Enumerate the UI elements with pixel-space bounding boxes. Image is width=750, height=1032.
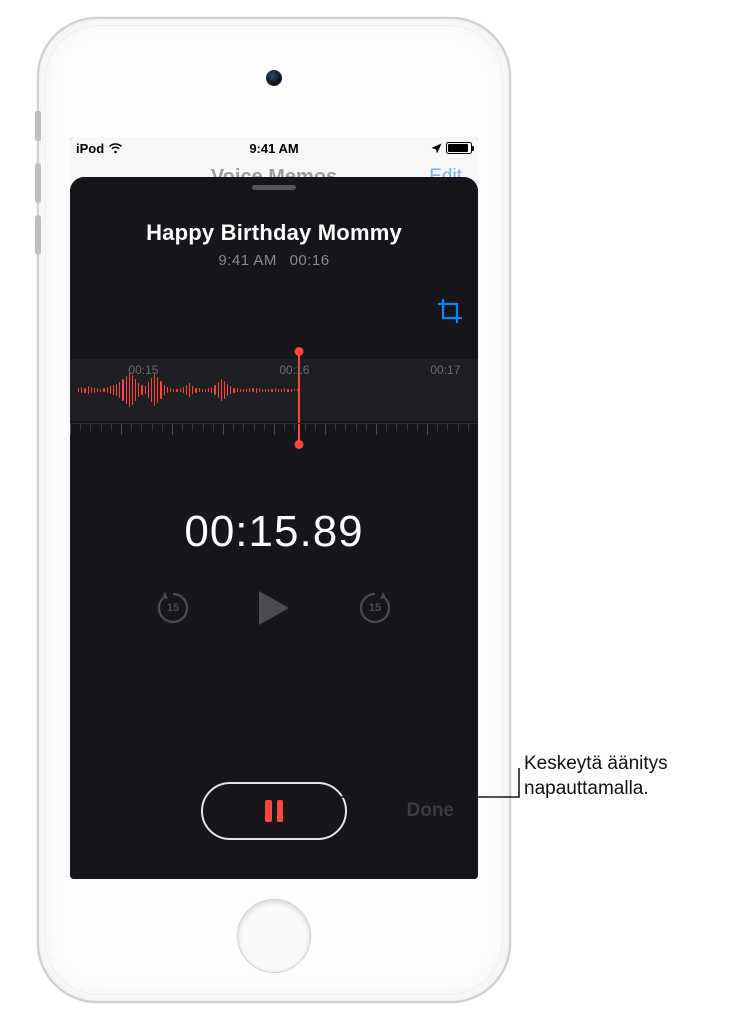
- callout-leader-line: [0, 0, 750, 1032]
- callout-text: Keskeytä äänitys napauttamalla.: [524, 752, 734, 801]
